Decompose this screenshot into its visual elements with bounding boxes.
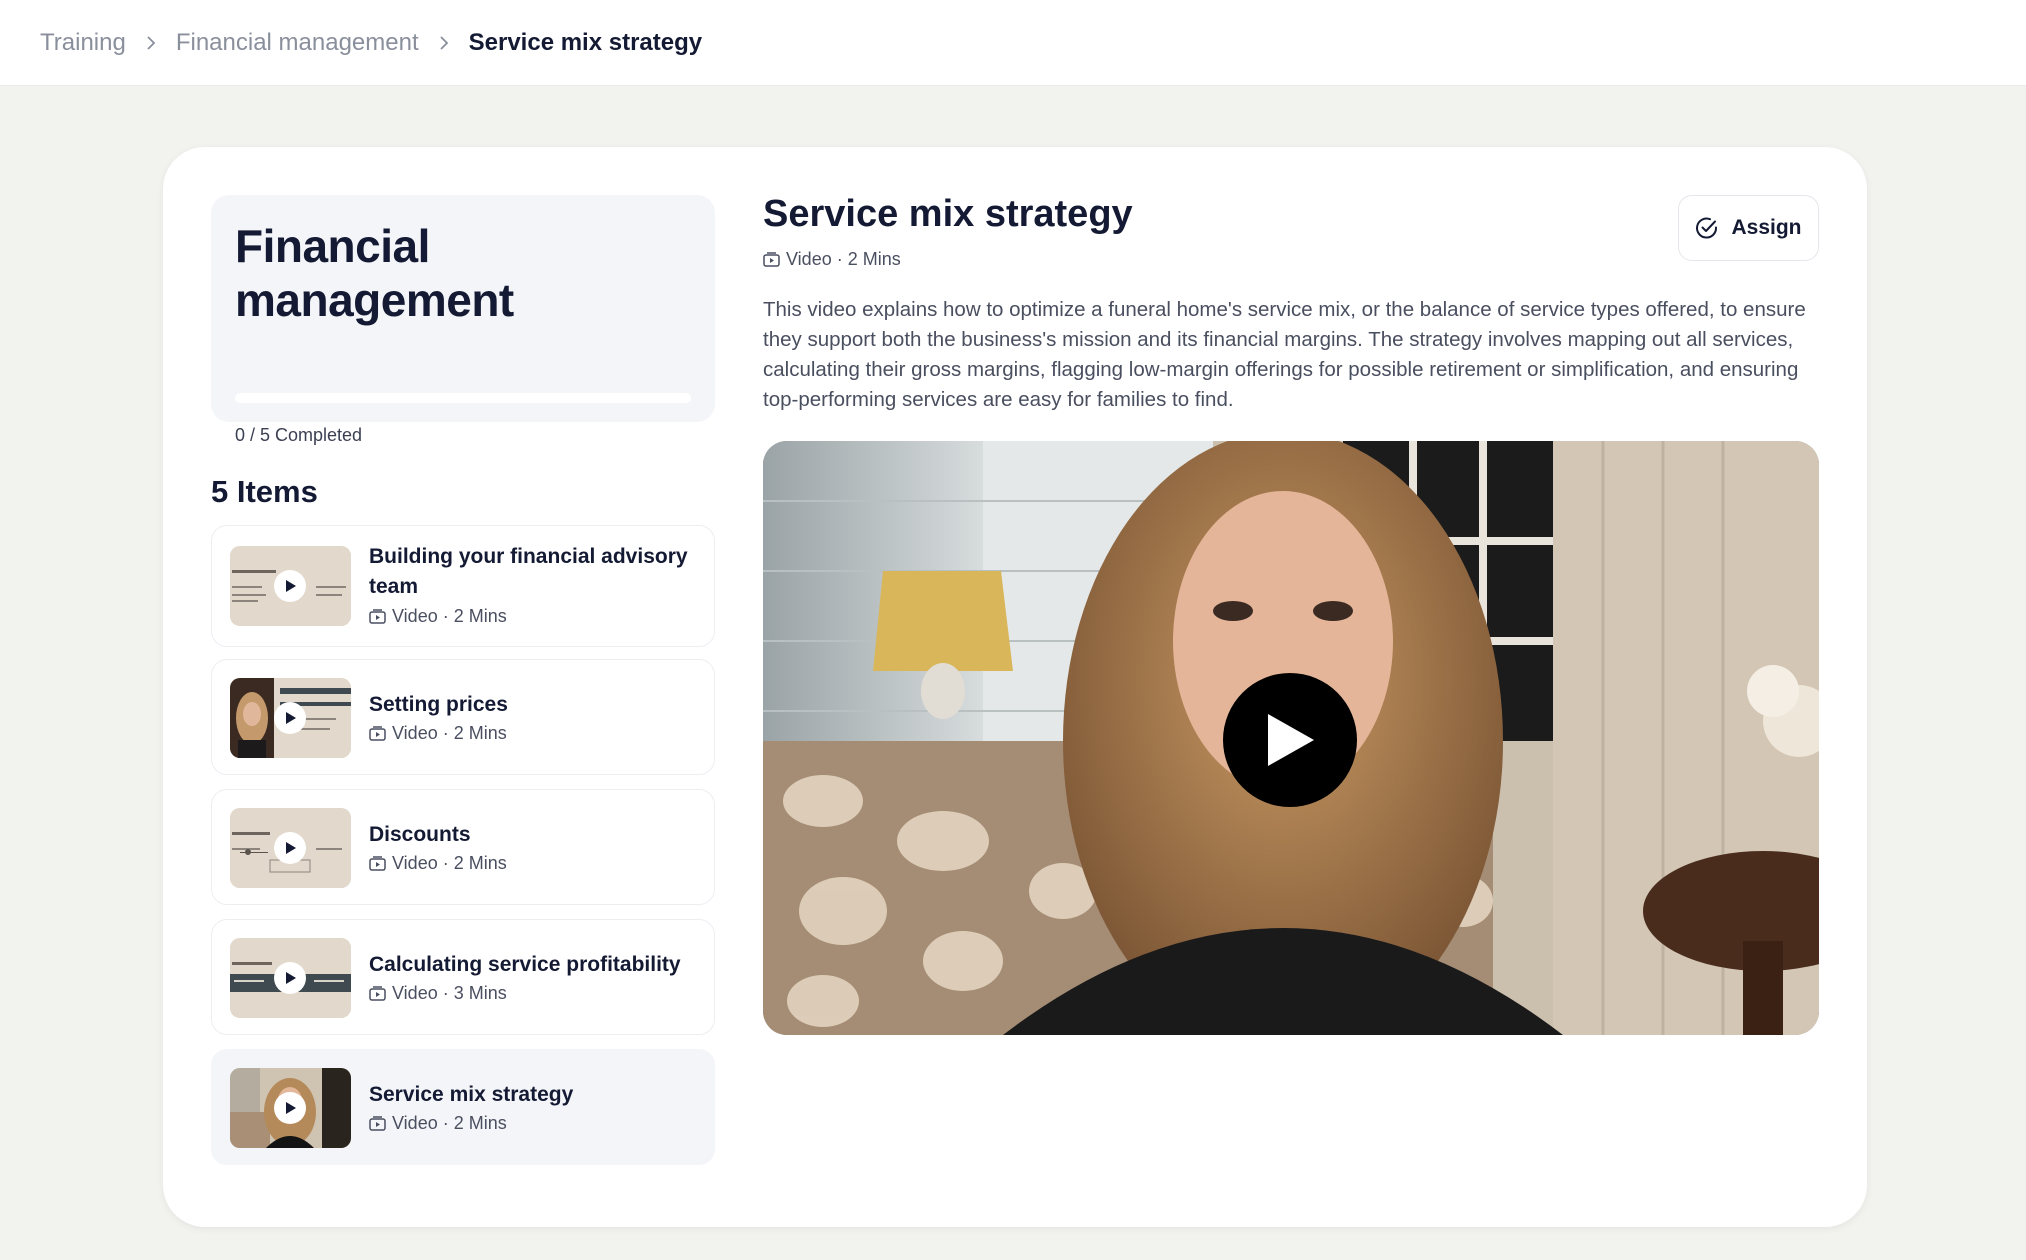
chevron-right-icon <box>437 35 451 50</box>
lesson-meta-text: Video · 2 Mins <box>786 249 901 269</box>
list-item[interactable]: Calculating service profitability Video … <box>211 919 715 1035</box>
item-title: Service mix strategy <box>369 1083 574 1106</box>
video-icon <box>369 986 386 1001</box>
lesson-card: Financial management 0 / 5 Completed 5 I… <box>163 147 1867 1227</box>
item-title: Setting prices <box>369 693 508 716</box>
course-title: Financial management <box>235 220 514 326</box>
chevron-right-icon <box>144 35 158 50</box>
list-item-active[interactable]: Service mix strategy Video · 2 Mins <box>211 1049 715 1165</box>
item-title: Discounts <box>369 823 471 846</box>
assign-label: Assign <box>1731 216 1802 239</box>
items-heading: 5 Items <box>211 474 318 509</box>
play-icon[interactable] <box>274 962 306 994</box>
item-meta: Video · 2 Mins <box>369 1113 507 1134</box>
check-circle-icon <box>1696 217 1718 239</box>
video-icon <box>369 856 386 871</box>
video-icon <box>369 609 386 624</box>
lesson-meta: Video · 2 Mins <box>763 249 901 270</box>
progress-text: 0 / 5 Completed <box>235 425 363 445</box>
breadcrumb-financial-management[interactable]: Financial management <box>176 29 419 57</box>
play-icon[interactable] <box>274 1092 306 1124</box>
list-item[interactable]: Setting prices Video · 2 Mins <box>211 659 715 775</box>
item-meta-text: Video · 2 Mins <box>392 723 507 743</box>
video-icon <box>369 1116 386 1131</box>
item-title: Calculating service profitability <box>369 953 681 976</box>
item-meta: Video · 2 Mins <box>369 606 507 627</box>
progress-bar <box>235 393 691 403</box>
assign-button[interactable]: Assign <box>1678 195 1819 261</box>
lesson-description: This video explains how to optimize a fu… <box>763 298 1806 411</box>
item-meta-text: Video · 2 Mins <box>392 853 507 873</box>
course-summary: Financial management 0 / 5 Completed <box>211 195 715 445</box>
play-icon[interactable] <box>274 570 306 602</box>
play-icon[interactable] <box>1223 673 1357 807</box>
lesson-title: Service mix strategy <box>763 193 1133 235</box>
item-thumbnail <box>230 678 351 758</box>
item-thumbnail <box>230 938 351 1018</box>
item-meta-text: Video · 2 Mins <box>392 606 507 626</box>
item-thumbnail <box>230 546 351 626</box>
play-icon[interactable] <box>274 832 306 864</box>
list-item[interactable]: Building your financial advisory team Vi… <box>211 525 715 647</box>
list-item[interactable]: Discounts Video · 2 Mins <box>211 789 715 905</box>
play-icon[interactable] <box>274 702 306 734</box>
item-title: Building your financial advisory team <box>369 545 688 598</box>
item-thumbnail <box>230 1068 351 1148</box>
item-meta-text: Video · 3 Mins <box>392 983 507 1003</box>
item-meta: Video · 2 Mins <box>369 723 507 744</box>
breadcrumb-training[interactable]: Training <box>40 29 126 57</box>
video-icon <box>763 252 780 267</box>
item-meta: Video · 2 Mins <box>369 853 507 874</box>
video-icon <box>369 726 386 741</box>
item-meta-text: Video · 2 Mins <box>392 1113 507 1133</box>
breadcrumb-current: Service mix strategy <box>468 28 703 56</box>
item-thumbnail <box>230 808 351 888</box>
breadcrumb: Training Financial management Service mi… <box>0 0 2026 86</box>
item-meta: Video · 3 Mins <box>369 983 507 1004</box>
video-player[interactable] <box>763 441 1819 1035</box>
